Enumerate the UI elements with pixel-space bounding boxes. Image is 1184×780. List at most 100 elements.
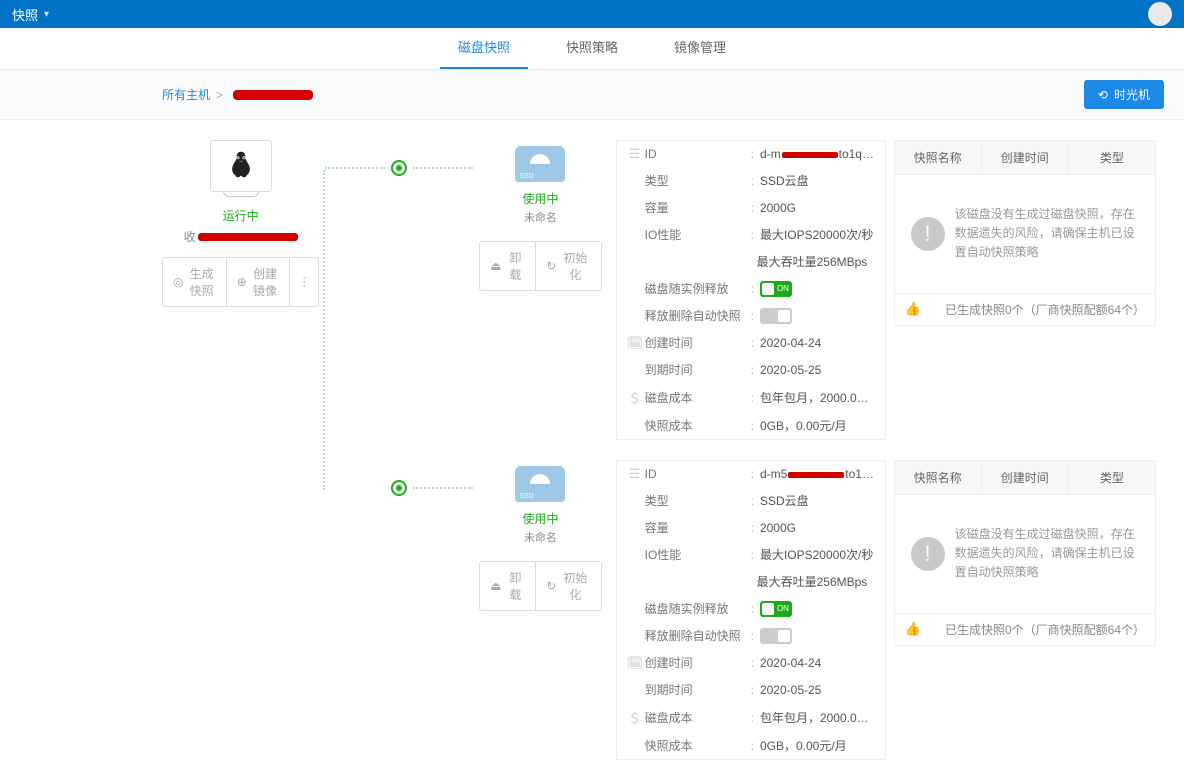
connector-dots [413, 167, 473, 169]
snapshot-card: 快照名称 创建时间 类型 ! 该磁盘没有生成过磁盘快照，存在数据遗失的风险，请确… [894, 140, 1156, 326]
release-with-instance-toggle[interactable]: ON [760, 281, 792, 297]
calendar-icon: 🗓 [625, 335, 645, 351]
tab-snapshot-policy[interactable]: 快照策略 [548, 28, 636, 69]
snapshot-empty-message: 该磁盘没有生成过磁盘快照，存在数据遗失的风险，请确保主机已设置自动快照策略 [955, 525, 1139, 583]
time-machine-button[interactable]: ⟲ 时光机 [1084, 80, 1164, 109]
col-type: 类型 [1069, 461, 1155, 494]
snapshot-empty-message: 该磁盘没有生成过磁盘快照，存在数据遗失的风险，请确保主机已设置自动快照策略 [955, 205, 1139, 263]
disk-info-card: ☰ID:d-mto1qf5y... 类型:SSD云盘 容量:2000G IO性能… [616, 140, 886, 440]
warning-icon: ! [911, 217, 945, 251]
unmount-button[interactable]: ⏏卸载 [479, 561, 536, 611]
connector-dots [325, 167, 385, 169]
ssd-disk-icon[interactable] [515, 146, 565, 182]
disk-capacity: 2000G [760, 521, 875, 535]
disk-name: 未命名 [479, 209, 601, 225]
time-machine-label: 时光机 [1114, 86, 1150, 103]
create-mirror-button[interactable]: ⊕创建镜像 [227, 257, 291, 307]
tab-bar: 磁盘快照 快照策略 镜像管理 [0, 28, 1184, 70]
col-snapshot-name: 快照名称 [895, 461, 982, 494]
created-date: 2020-04-24 [760, 336, 875, 350]
connector [319, 160, 479, 176]
linux-penguin-icon [223, 148, 259, 184]
snapshot-cost: 0GB，0.00元/月 [760, 737, 875, 754]
avatar[interactable] [1148, 2, 1172, 26]
breadcrumb-separator: > [216, 88, 223, 102]
disk-row: 使用中 未命名 ⏏卸载 ↻初始化 ☰ID:d-m5to1qf5y... 类型:S… [162, 460, 1156, 760]
disk-column: 使用中 未命名 ⏏卸载 ↻初始化 [479, 140, 601, 291]
initialize-button[interactable]: ↻初始化 [536, 561, 601, 611]
ssd-disk-icon[interactable] [515, 466, 565, 502]
thumb-up-icon: 👍 [905, 621, 921, 637]
col-create-time: 创建时间 [982, 141, 1069, 174]
initialize-button[interactable]: ↻初始化 [536, 241, 601, 291]
host-icon[interactable] [210, 140, 272, 192]
snapshot-empty-state: ! 该磁盘没有生成过磁盘快照，存在数据遗失的风险，请确保主机已设置自动快照策略 [895, 175, 1155, 293]
host-status: 运行中 [162, 207, 319, 224]
topbar: 快照 ▾ [0, 0, 1184, 28]
host-stand-icon [223, 191, 259, 197]
snapshot-cost: 0GB，0.00元/月 [760, 417, 875, 434]
snapshot-empty-state: ! 该磁盘没有生成过磁盘快照，存在数据遗失的风险，请确保主机已设置自动快照策略 [895, 495, 1155, 613]
disk-cost: 包年包月，2000.00元... [760, 709, 875, 726]
redacted-text [198, 233, 298, 241]
snapshot-table-header: 快照名称 创建时间 类型 [895, 141, 1155, 175]
disk-actions: ⏏卸载 ↻初始化 [479, 241, 601, 291]
expire-date: 2020-05-25 [760, 683, 875, 697]
disk-type: SSD云盘 [760, 172, 875, 189]
disk-cost: 包年包月，2000.00元... [760, 389, 875, 406]
host-column: 运行中 收 ◎生成快照 ⊕创建镜像 ⋮ [162, 140, 319, 307]
connector-dots [413, 487, 473, 489]
snapshot-quota: 已生成快照0个（厂商快照配额64个） [945, 301, 1145, 318]
disk-name: 未命名 [479, 529, 601, 545]
disk-type: SSD云盘 [760, 492, 875, 509]
host-actions: ◎生成快照 ⊕创建镜像 ⋮ [162, 257, 319, 307]
info-icon: ☰ [625, 146, 645, 162]
eject-icon: ⏏ [490, 579, 501, 593]
info-icon: ☰ [625, 466, 645, 482]
breadcrumb-all-hosts[interactable]: 所有主机 [162, 86, 210, 103]
tab-image-management[interactable]: 镜像管理 [656, 28, 744, 69]
tab-disk-snapshot[interactable]: 磁盘快照 [440, 28, 528, 69]
subheader: 所有主机 > ⟲ 时光机 [0, 70, 1184, 120]
snapshot-footer: 👍 已生成快照0个（厂商快照配额64个） [895, 613, 1155, 645]
refresh-icon: ↻ [546, 259, 556, 273]
chevron-down-icon[interactable]: ▾ [44, 9, 49, 20]
clock-icon: ⟲ [1098, 88, 1108, 102]
col-snapshot-name: 快照名称 [895, 141, 982, 174]
eject-icon: ⏏ [490, 259, 501, 273]
release-with-instance-toggle[interactable]: ON [760, 601, 792, 617]
delete-auto-snapshot-toggle[interactable] [760, 308, 792, 324]
calendar-icon: 🗓 [625, 655, 645, 671]
unmount-button[interactable]: ⏏卸载 [479, 241, 536, 291]
disk-info-card: ☰ID:d-m5to1qf5y... 类型:SSD云盘 容量:2000G IO性… [616, 460, 886, 760]
connector [319, 480, 479, 496]
snapshot-quota: 已生成快照0个（厂商快照配额64个） [945, 621, 1145, 638]
disk-status: 使用中 [479, 190, 601, 207]
kebab-icon: ⋮ [298, 275, 310, 289]
disk-column: 使用中 未命名 ⏏卸载 ↻初始化 [479, 460, 601, 611]
disk-throughput: 最大吞吐量256MBps [757, 253, 875, 270]
breadcrumb-host-name[interactable] [233, 90, 313, 100]
disk-id: d-mto1qf5y... [760, 147, 875, 161]
refresh-icon: ↻ [546, 579, 556, 593]
canvas: 运行中 收 ◎生成快照 ⊕创建镜像 ⋮ 使用中 未命名 ⏏卸载 ↻初始化 ☰ID… [0, 120, 1184, 780]
more-actions-button[interactable]: ⋮ [290, 257, 319, 307]
snapshot-card: 快照名称 创建时间 类型 ! 该磁盘没有生成过磁盘快照，存在数据遗失的风险，请确… [894, 460, 1156, 646]
snapshot-footer: 👍 已生成快照0个（厂商快照配额64个） [895, 293, 1155, 325]
col-type: 类型 [1069, 141, 1155, 174]
thumb-up-icon: 👍 [905, 301, 921, 317]
create-snapshot-button[interactable]: ◎生成快照 [162, 257, 227, 307]
cost-icon: ＄ [625, 388, 645, 407]
delete-auto-snapshot-toggle[interactable] [760, 628, 792, 644]
cost-icon: ＄ [625, 708, 645, 727]
disk-id: d-m5to1qf5y... [760, 467, 875, 481]
created-date: 2020-04-24 [760, 656, 875, 670]
disk-throughput: 最大吞吐量256MBps [757, 573, 875, 590]
disk-status: 使用中 [479, 510, 601, 527]
disk-iops: 最大IOPS20000次/秒 [760, 546, 875, 563]
disk-actions: ⏏卸载 ↻初始化 [479, 561, 601, 611]
snapshot-table-header: 快照名称 创建时间 类型 [895, 461, 1155, 495]
expire-date: 2020-05-25 [760, 363, 875, 377]
topbar-title: 快照 [12, 5, 38, 24]
mirror-icon: ⊕ [237, 275, 247, 289]
